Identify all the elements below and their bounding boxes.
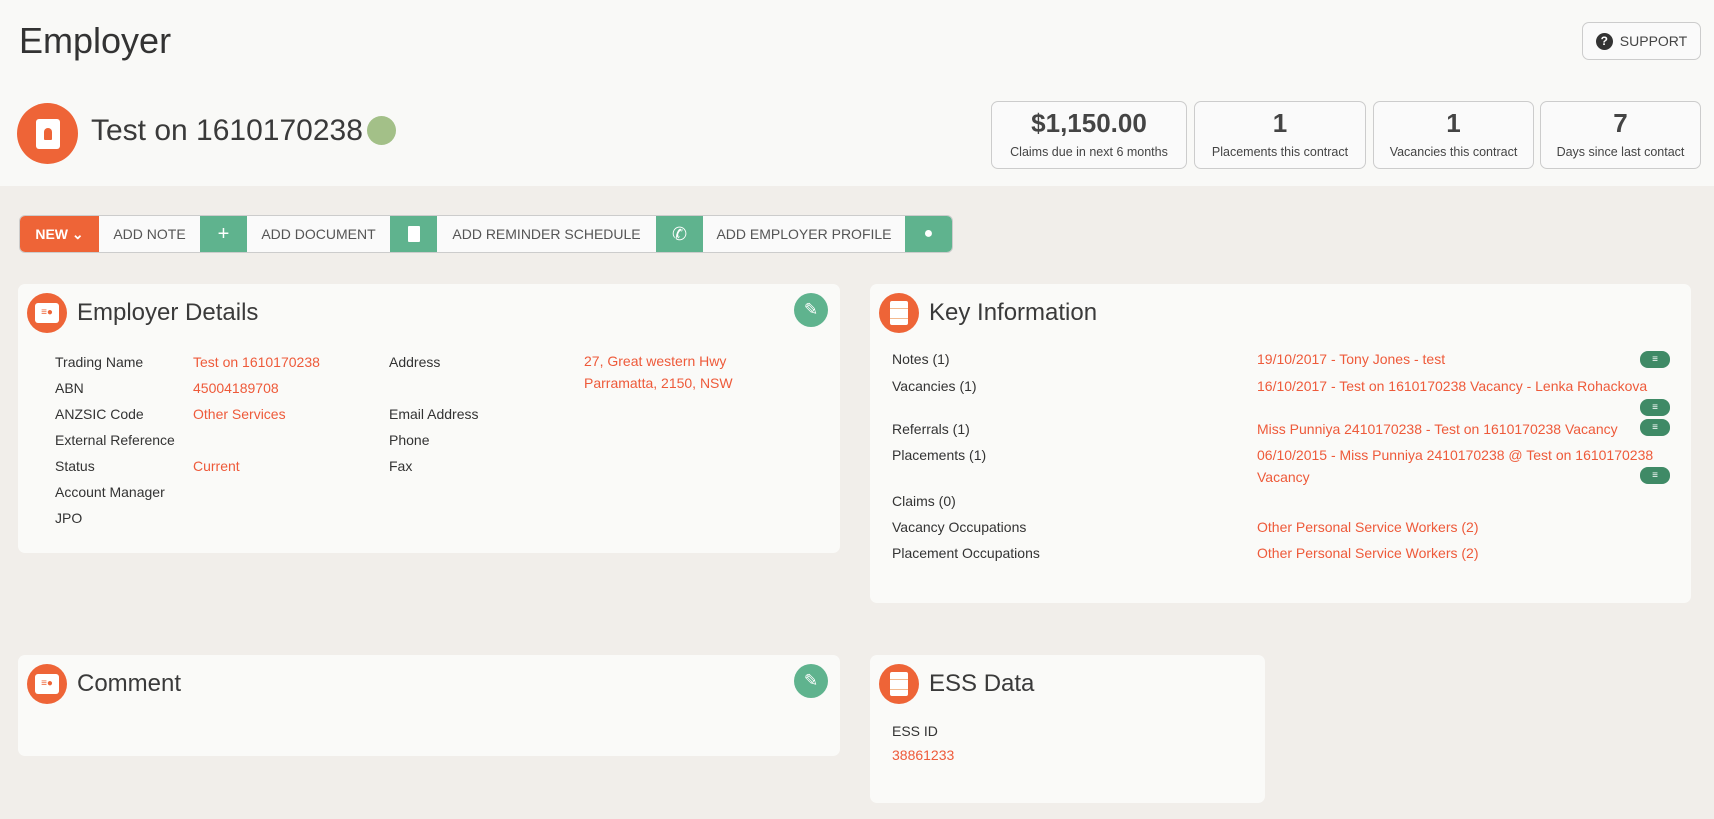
address-line2[interactable]: Parramatta, 2150, NSW — [584, 375, 733, 391]
add-note-button[interactable]: ADD NOTE — [99, 216, 200, 252]
add-employer-profile-button[interactable]: ADD EMPLOYER PROFILE — [703, 216, 905, 252]
document-icon — [879, 664, 919, 704]
stat-vacancies: 1 Vacancies this contract — [1373, 101, 1534, 169]
status-value[interactable]: Current — [193, 458, 240, 474]
card-title: Key Information — [929, 299, 1098, 326]
address-line1[interactable]: 27, Great western Hwy — [584, 353, 726, 369]
field-label: Address — [389, 354, 441, 370]
anzsic-value[interactable]: Other Services — [193, 406, 286, 422]
card-title: Employer Details — [77, 299, 259, 326]
comment-card: ≡● Comment ✎ — [18, 655, 840, 756]
list-icon[interactable]: ≡ — [1640, 399, 1670, 416]
key-information-card: Key Information Notes (1) 19/10/2017 - T… — [870, 284, 1691, 603]
vacancy-occupation-link[interactable]: Other Personal Service Workers (2) — [1257, 519, 1478, 535]
employer-details-card: ≡● Employer Details ✎ Trading Name Test o… — [18, 284, 840, 553]
field-label: Notes (1) — [892, 351, 950, 367]
ess-data-card: ESS Data ESS ID 38861233 — [870, 655, 1265, 803]
edit-pencil-icon[interactable]: ✎ — [794, 293, 828, 327]
trading-name-link[interactable]: Test on 1610170238 — [193, 354, 320, 370]
field-label: Email Address — [389, 406, 479, 422]
vacancy-link[interactable]: 16/10/2017 - Test on 1610170238 Vacancy … — [1257, 378, 1647, 394]
abn-value[interactable]: 45004189708 — [193, 380, 279, 396]
id-card-icon: ≡● — [27, 664, 67, 704]
stat-label: Placements this contract — [1211, 145, 1349, 159]
field-label: ANZSIC Code — [55, 406, 144, 422]
stat-value: $1,150.00 — [1031, 108, 1147, 138]
stat-value: 7 — [1613, 108, 1628, 138]
placement-link-cont[interactable]: Vacancy — [1257, 469, 1310, 485]
stat-placements: 1 Placements this contract — [1194, 101, 1366, 169]
employer-name-text: Test on 1610170238 — [91, 114, 363, 147]
support-button[interactable]: ? SUPPORT — [1582, 22, 1701, 60]
help-icon: ? — [1595, 32, 1613, 50]
stat-label: Vacancies this contract — [1389, 145, 1518, 159]
stat-days: 7 Days since last contact — [1540, 101, 1701, 169]
field-label: Referrals (1) — [892, 421, 970, 437]
ess-id-value[interactable]: 38861233 — [892, 747, 954, 763]
field-label: Placements (1) — [892, 447, 987, 463]
stat-value: 1 — [1446, 108, 1461, 138]
field-label: Status — [55, 458, 95, 474]
field-label: Fax — [389, 458, 413, 474]
new-label: NEW — [35, 226, 69, 242]
field-label: External Reference — [55, 432, 175, 448]
status-dot — [366, 116, 396, 145]
edit-pencil-icon[interactable]: ✎ — [794, 664, 828, 698]
support-label: SUPPORT — [1619, 33, 1688, 49]
id-card-icon: ≡● — [27, 293, 67, 333]
list-icon[interactable]: ≡ — [1640, 467, 1670, 484]
field-label: Trading Name — [55, 354, 144, 370]
field-label: JPO — [55, 510, 83, 526]
user-icon[interactable]: ● — [905, 216, 952, 252]
field-label: Placement Occupations — [892, 545, 1040, 561]
field-label: Phone — [389, 432, 430, 448]
stat-claims: $1,150.00 Claims due in next 6 months — [991, 101, 1187, 169]
field-label: ESS ID — [892, 723, 938, 739]
phone-icon[interactable]: ✆ — [656, 216, 703, 252]
placement-occupation-link[interactable]: Other Personal Service Workers (2) — [1257, 545, 1478, 561]
field-label: Claims (0) — [892, 493, 956, 509]
list-icon[interactable]: ≡ — [1640, 351, 1670, 368]
stat-label: Days since last contact — [1556, 145, 1685, 159]
chevron-down-icon: ⌄ — [71, 225, 84, 242]
action-toolbar: NEW ⌄ ADD NOTE + ADD DOCUMENT ADD REMIND… — [19, 215, 953, 253]
plus-icon[interactable]: + — [200, 216, 247, 252]
field-label: ABN — [55, 380, 84, 396]
new-dropdown-button[interactable]: NEW ⌄ — [20, 216, 99, 252]
field-label: Vacancies (1) — [892, 378, 977, 394]
list-icon[interactable]: ≡ — [1640, 419, 1670, 436]
referral-link[interactable]: Miss Punniya 2410170238 - Test on 161017… — [1257, 421, 1618, 437]
field-label: Account Manager — [55, 484, 165, 500]
stat-label: Claims due in next 6 months — [1010, 145, 1168, 159]
employer-name: Test on 1610170238 — [91, 114, 396, 148]
add-document-button[interactable]: ADD DOCUMENT — [247, 216, 390, 252]
placement-link[interactable]: 06/10/2015 - Miss Punniya 2410170238 @ T… — [1257, 447, 1653, 463]
document-icon — [879, 293, 919, 333]
add-reminder-schedule-button[interactable]: ADD REMINDER SCHEDULE — [437, 216, 656, 252]
stat-value: 1 — [1272, 108, 1288, 138]
field-label: Vacancy Occupations — [892, 519, 1027, 535]
document-icon[interactable] — [390, 216, 437, 252]
note-link[interactable]: 19/10/2017 - Tony Jones - test — [1257, 351, 1445, 367]
card-title: ESS Data — [929, 670, 1035, 697]
card-title: Comment — [77, 670, 182, 697]
page-title: Employer — [19, 20, 172, 61]
employer-avatar-icon — [17, 103, 78, 164]
